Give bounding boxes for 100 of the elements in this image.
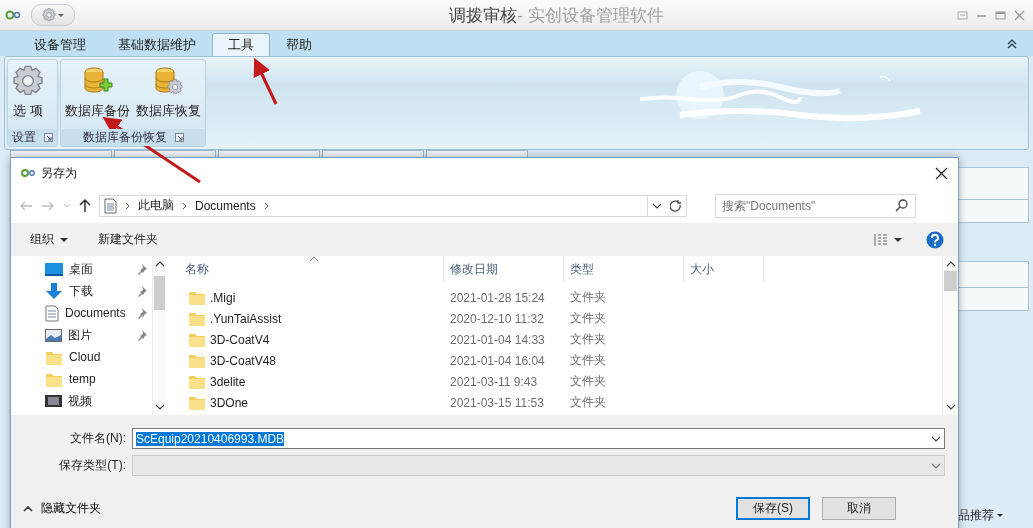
refresh-icon[interactable] [670,199,682,212]
table-cell-text: 文件夹 [569,331,607,348]
ribbon-button[interactable]: 数据库恢复 [135,62,202,127]
monitor-icon [45,261,63,277]
nav-item[interactable]: Cloud [11,346,152,368]
chevron-down-icon[interactable] [652,202,662,209]
app-logo-icon [21,168,35,178]
nav-item[interactable]: 图片 [11,324,152,346]
nav-item[interactable]: 桌面 [11,258,152,280]
table-cell-text: 文件夹 [569,373,607,390]
ribbon-button[interactable]: 选 项 [11,62,45,127]
field-label: 保存类型(T): [58,457,127,474]
dialog-title: 另存为 [41,164,77,182]
table-cell-text: 2021-03-15 11:53 [449,395,545,410]
status-text[interactable]: 品推荐 [958,507,994,524]
file-name[interactable]: .YunTaiAssist [210,311,282,326]
search-icon[interactable] [895,198,908,212]
ribbon-tab[interactable]: 工具 [212,33,270,56]
up-arrow-icon[interactable] [79,198,91,213]
save-button[interactable]: 保存(S) [736,497,810,520]
scroll-up-icon[interactable] [945,261,956,268]
caret-icon [894,237,902,242]
chevron-up-icon [23,505,33,512]
folder-icon [188,310,206,327]
table-cell-text: 文件夹 [569,310,607,327]
nav-item[interactable]: 下载 [11,280,152,302]
close-icon[interactable] [935,166,948,180]
column-header[interactable]: 名称 [171,256,444,282]
caret-icon [60,237,68,242]
address-bar[interactable]: 此电脑 Documents [99,194,687,217]
group-label: 数据库备份恢复 [82,129,167,146]
chevron-down-icon[interactable] [931,435,941,442]
folder-icon [188,352,206,369]
database-gear-icon [152,65,185,97]
column-header[interactable]: 类型 [564,256,684,282]
ribbon-tab[interactable]: 基础数据维护 [102,33,212,56]
app-logo-icon [5,9,21,21]
gear-icon [12,65,44,97]
annotation-arrow [253,57,278,105]
window-title: 调拨审核 [449,4,518,27]
chevron-right-icon [263,201,269,210]
nav-item[interactable]: Documents [11,302,152,324]
launcher-icon[interactable] [174,133,184,142]
scroll-down-icon[interactable] [945,404,956,411]
scrollbar-thumb[interactable] [944,271,957,291]
document-icon [104,197,117,214]
view-menu-button[interactable] [874,232,902,247]
folder-icon [188,331,206,348]
help-icon[interactable] [926,230,944,249]
file-name[interactable]: 3D-CoatV4 [210,332,270,347]
film-icon [45,394,62,408]
breadcrumb-item[interactable]: Documents [195,198,256,213]
file-name[interactable]: .Migi [210,290,236,305]
caret-icon [997,514,1003,517]
table-cell-text: 2021-03-11 9:43 [449,374,539,389]
table-cell-text: 文件夹 [569,352,607,369]
table-cell-text: 2021-01-04 14:33 [449,332,546,347]
file-name[interactable]: 3DOne [210,395,249,410]
collapse-ribbon-icon[interactable] [1007,39,1017,49]
folder-icon [188,289,206,306]
launcher-icon[interactable] [44,133,53,142]
chevron-down-icon [931,462,941,469]
group-label: 设置 [12,129,36,146]
table-cell-text: 2020-12-10 11:32 [449,311,545,326]
gear-icon [42,8,56,22]
table-cell-text: 2021-01-28 15:24 [449,290,546,305]
folder-icon [188,394,206,411]
column-header[interactable]: 大小 [684,256,764,282]
file-name[interactable]: 3delite [210,374,246,389]
picture-icon [45,327,62,343]
scroll-down-icon[interactable] [154,404,165,411]
toolbar-button[interactable]: 组织 [30,231,68,248]
field-label: 文件名(N): [69,430,127,447]
table-cell-text: 文件夹 [569,394,607,411]
nav-item[interactable]: temp [11,368,152,390]
download-arrow-icon [45,283,63,299]
search-field[interactable]: 搜索"Documents" [715,193,916,218]
table-cell-text: 2021-01-04 16:04 [449,353,546,368]
hide-folders-button[interactable]: 隐藏文件夹 [23,500,101,517]
scrollbar-thumb[interactable] [154,276,165,310]
column-header[interactable]: 修改日期 [444,256,564,282]
nav-item[interactable]: 视频 [11,390,152,412]
toolbar-button[interactable]: 新建文件夹 [98,231,158,248]
chevron-right-icon [125,201,130,210]
caret-icon [58,13,64,17]
filename-field[interactable]: ScEquip20210406993.MDB [132,428,945,449]
file-name[interactable]: 3D-CoatV48 [210,353,277,368]
scroll-up-icon[interactable] [154,261,165,268]
chevron-right-icon [182,201,187,210]
ribbon-button[interactable]: 数据库备份 [64,62,131,127]
view-list-icon [874,232,888,247]
ribbon-tab[interactable]: 帮助 [270,33,328,56]
document-icon [45,304,59,322]
maximize-icon[interactable] [995,9,1006,21]
window-subtitle: - 实创设备管理软件 [517,4,664,27]
table-cell-text: 文件夹 [569,289,607,306]
cancel-button[interactable]: 取消 [822,497,896,520]
breadcrumb-item[interactable]: 此电脑 [138,197,174,214]
ribbon-tab[interactable]: 设备管理 [18,33,102,56]
sort-ascending-icon [309,256,319,262]
